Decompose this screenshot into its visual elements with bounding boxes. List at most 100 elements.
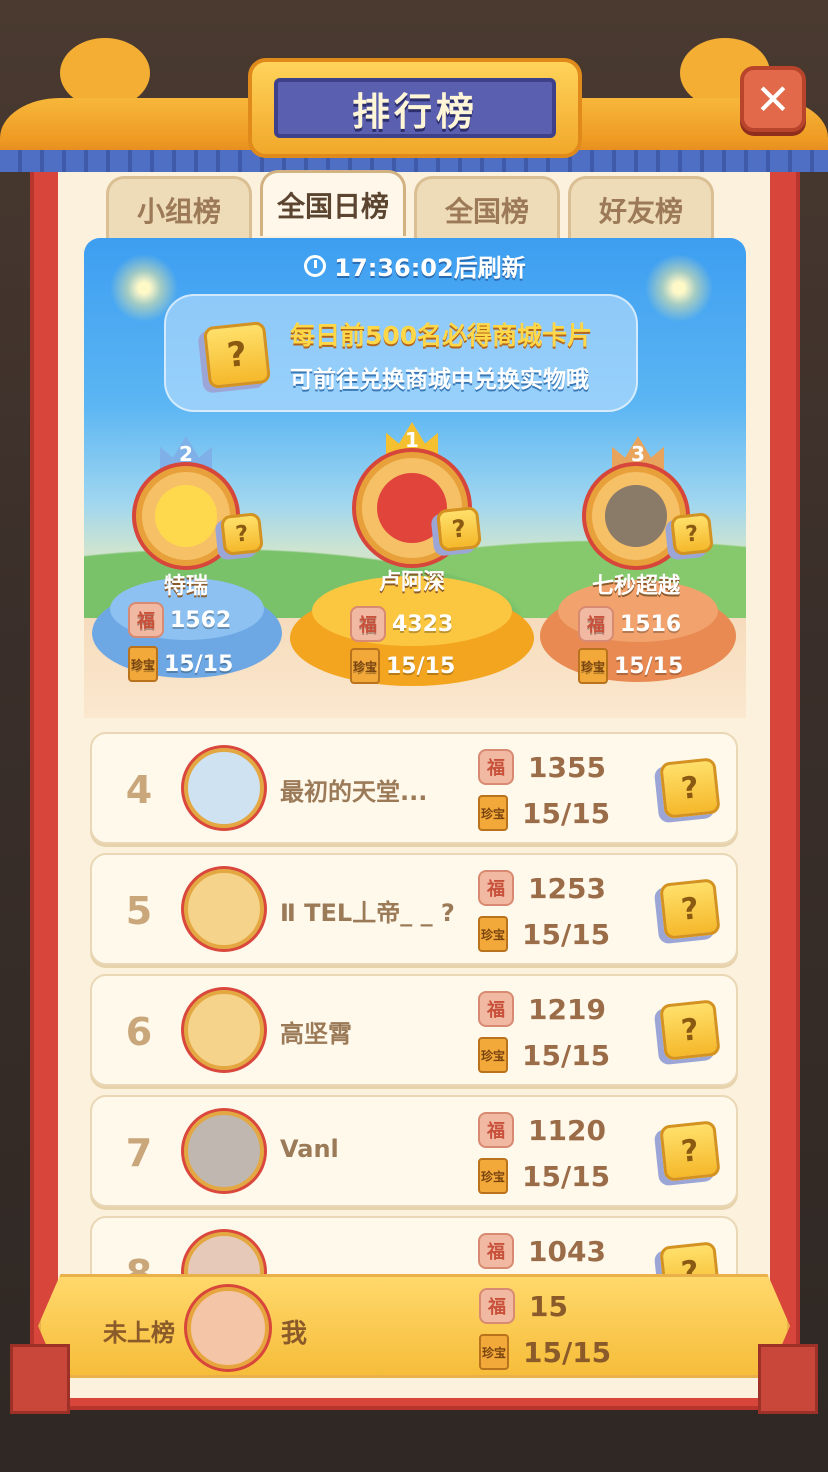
progress-first: 15/15 [386, 653, 456, 679]
card-first-icon: ? [435, 505, 483, 553]
book-icon: 珍宝 [478, 1158, 508, 1194]
my-stats: 福 15 珍宝 15/15 [479, 1283, 611, 1375]
fu-icon: 福 [478, 749, 514, 785]
avatar[interactable] [184, 1111, 264, 1191]
player-score: 1219 [528, 992, 606, 1026]
podium-third-progress: 珍宝 15/15 [578, 648, 683, 684]
pillar-right-decoration [758, 1344, 818, 1414]
mall-card-icon: ? [659, 999, 721, 1061]
book-icon: 珍宝 [479, 1334, 509, 1370]
player-name: Vanl [280, 1135, 339, 1163]
title-plaque: 排行榜 [248, 58, 582, 158]
my-name: 我 [281, 1319, 308, 1349]
card-third-icon: ? [670, 512, 714, 556]
refresh-timer: 17:36:02后刷新 [84, 248, 746, 283]
card-button[interactable]: ? [659, 1120, 721, 1182]
player-progress: 15/15 [522, 917, 611, 951]
avatar[interactable] [184, 748, 264, 828]
player-name: 最初的天堂... [280, 778, 428, 806]
player-progress: 15/15 [522, 1038, 611, 1072]
book-icon: 珍宝 [478, 1037, 508, 1073]
player-stats: 福 1355 珍宝 15/15 [478, 744, 648, 836]
close-button[interactable]: ✕ [740, 66, 806, 132]
mall-card-icon: ? [659, 757, 721, 819]
fu-icon: 福 [478, 991, 514, 1027]
list-item[interactable]: 7 Vanl 福 1120 珍宝 15/15 ? [90, 1095, 738, 1207]
list-item[interactable]: 6 高坚霄 福 1219 珍宝 15/15 ? [90, 974, 738, 1086]
fu-icon: 福 [478, 1112, 514, 1148]
progress-second: 15/15 [164, 651, 234, 677]
my-score: 15 [529, 1289, 568, 1323]
player-name: 高坚霄 [280, 1020, 352, 1048]
fu-icon: 福 [128, 602, 164, 638]
card-button[interactable]: ? [659, 757, 721, 819]
podium-area: 17:36:02后刷新 ? 每日前500名必得商城卡片 可前往兑换商城中兑换实物… [84, 238, 746, 718]
card-button[interactable]: ? [659, 878, 721, 940]
my-rank-bar[interactable]: 未上榜 我 福 15 珍宝 15/15 [38, 1274, 790, 1378]
close-icon: ✕ [755, 74, 791, 124]
refresh-text: 17:36:02后刷新 [334, 254, 526, 282]
tab-friends[interactable]: 好友榜 [568, 176, 714, 240]
player-stats: 福 1219 珍宝 15/15 [478, 986, 648, 1078]
score-third: 1516 [620, 611, 682, 637]
player-name: Ⅱ TEL丄帝_ _ ? [280, 899, 455, 927]
fu-icon: 福 [578, 606, 614, 642]
fu-icon: 福 [479, 1288, 515, 1324]
podium-third-name: 七秒超越 [591, 574, 680, 599]
podium-second-progress: 珍宝 15/15 [128, 646, 233, 682]
book-icon: 珍宝 [578, 648, 608, 684]
podium-second-name: 特瑞 [163, 574, 208, 599]
list-item[interactable]: 4 最初的天堂... 福 1355 珍宝 15/15 ? [90, 732, 738, 844]
chick-character-icon [155, 485, 217, 547]
podium-first-name: 卢阿深 [378, 570, 445, 595]
mall-card-icon: ? [202, 320, 272, 390]
avatar-third[interactable] [586, 466, 686, 566]
player-progress: 15/15 [522, 796, 611, 830]
bear-character-icon [605, 485, 667, 547]
list-rank: 7 [125, 1131, 153, 1175]
rank-second: 2 [179, 442, 193, 466]
book-icon: 珍宝 [478, 795, 508, 831]
list-rank: 5 [125, 889, 153, 933]
podium-third-score: 福 1516 [578, 606, 681, 642]
score-first: 4323 [392, 611, 454, 637]
fu-icon: 福 [478, 1233, 514, 1269]
player-score: 1253 [528, 871, 606, 905]
player-stats: 福 1043 [478, 1228, 648, 1274]
player-score: 1355 [528, 750, 606, 784]
my-rank-label: 未上榜 [103, 1319, 175, 1347]
score-second: 1562 [170, 607, 232, 633]
my-progress: 15/15 [523, 1335, 612, 1369]
tab-national[interactable]: 全国榜 [414, 176, 560, 240]
player-score: 1043 [528, 1234, 606, 1268]
book-icon: 珍宝 [128, 646, 158, 682]
player-score: 1120 [528, 1113, 606, 1147]
book-icon: 珍宝 [478, 916, 508, 952]
card-button[interactable]: ? [659, 999, 721, 1061]
mall-card-icon: ? [659, 878, 721, 940]
podium-first-score: 福 4323 [350, 606, 453, 642]
tab-bar: 小组榜 全国日榜 全国榜 好友榜 [106, 170, 716, 240]
my-avatar[interactable] [187, 1287, 269, 1369]
clock-icon [304, 254, 327, 277]
fu-icon: 福 [350, 606, 386, 642]
podium-second-score: 福 1562 [128, 602, 231, 638]
podium-first-progress: 珍宝 15/15 [350, 648, 455, 684]
card-second-icon: ? [220, 512, 264, 556]
fu-icon: 福 [478, 870, 514, 906]
player-progress: 15/15 [522, 1159, 611, 1193]
avatar[interactable] [184, 869, 264, 949]
rank-third: 3 [631, 442, 645, 466]
tab-national-daily[interactable]: 全国日榜 [260, 170, 406, 236]
book-icon: 珍宝 [350, 648, 380, 684]
banner-subline: 可前往兑换商城中兑换实物哦 [290, 367, 589, 393]
page-title: 排行榜 [351, 89, 478, 134]
tab-group[interactable]: 小组榜 [106, 176, 252, 240]
player-stats: 福 1253 珍宝 15/15 [478, 865, 648, 957]
banner-headline: 每日前500名必得商城卡片 [290, 321, 593, 350]
avatar[interactable] [184, 990, 264, 1070]
player-stats: 福 1120 珍宝 15/15 [478, 1107, 648, 1199]
avatar-second[interactable] [136, 466, 236, 566]
list-item[interactable]: 5 Ⅱ TEL丄帝_ _ ? 福 1253 珍宝 15/15 ? [90, 853, 738, 965]
title-plaque-inner: 排行榜 [274, 78, 556, 138]
